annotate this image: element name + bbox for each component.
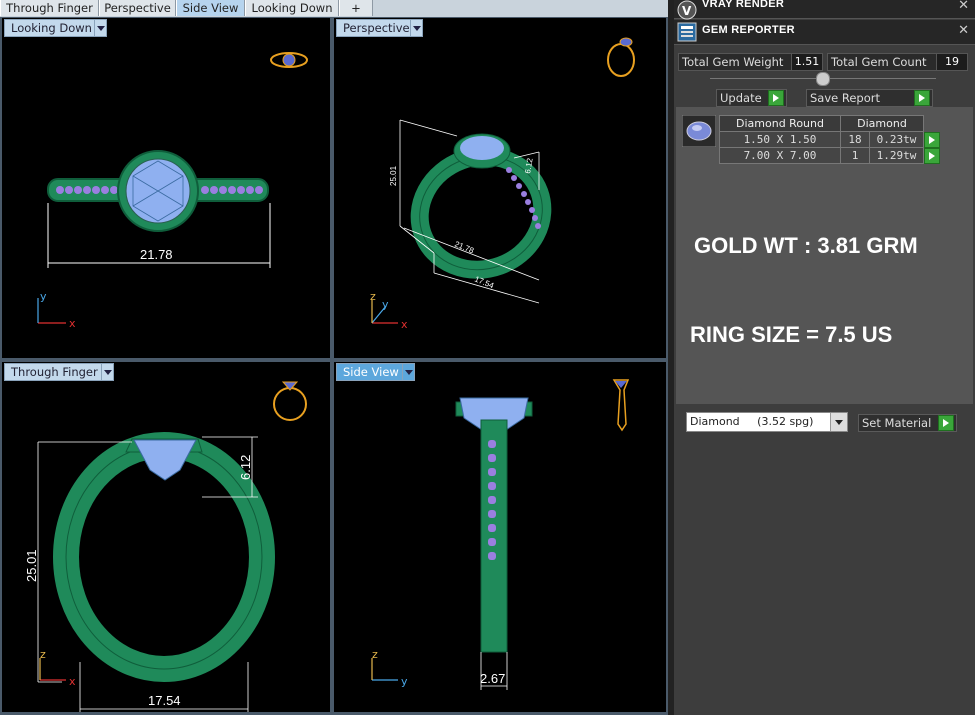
set-material-go-icon[interactable]	[938, 415, 954, 431]
viewport-looking-down[interactable]: Looking Down 21.78 x y	[2, 18, 330, 358]
gem-list-area: Diamond Round Diamond 1.50 X 1.50 18 0.2…	[676, 107, 973, 404]
looking-down-drawing: 21.78 x y	[37, 52, 308, 330]
orientation-gizmo-icon	[607, 37, 635, 77]
splitter-handle-icon[interactable]	[816, 72, 830, 86]
viewport-perspective[interactable]: Perspective 25.01 6.12 21.78 17.54 x y z	[334, 18, 666, 358]
svg-text:y: y	[382, 298, 389, 311]
gem-count-cell: 1	[840, 147, 870, 164]
gem-reporter-header[interactable]: GEM REPORTER ✕	[674, 20, 975, 45]
gem-count-cell: 18	[840, 131, 870, 148]
dimension-label: 6.12	[238, 455, 253, 480]
total-gem-count-label: Total Gem Count	[827, 53, 938, 71]
gem-size-cell: 7.00 X 7.00	[719, 147, 841, 164]
svg-text:y: y	[401, 675, 408, 688]
material-name: Diamond	[690, 415, 740, 428]
orientation-gizmo-icon	[612, 379, 630, 432]
dimension-label: 17.54	[148, 693, 181, 708]
save-go-icon[interactable]	[914, 90, 930, 106]
svg-text:z: z	[372, 648, 378, 661]
table-header-row: Diamond Round Diamond	[719, 115, 924, 132]
dimension-label: 2.67	[480, 671, 505, 686]
table-row[interactable]: 1.50 X 1.50 18 0.23tw	[719, 131, 924, 148]
table-header-type: Diamond	[840, 115, 924, 132]
viewport-through-finger[interactable]: Through Finger 25.01 6.12 17.54 x z	[2, 362, 330, 712]
total-gem-count-value: 19	[936, 53, 968, 71]
material-sg: (3.52 spg)	[757, 415, 814, 428]
add-tab-button[interactable]: +	[339, 0, 373, 16]
gem-reporter-title: GEM REPORTER	[702, 24, 795, 36]
round-diamond-icon[interactable]	[682, 115, 716, 147]
viewport-tab-bar: Through Finger Perspective Side View Loo…	[0, 0, 668, 18]
total-gem-weight-value: 1.51	[791, 53, 823, 71]
close-icon[interactable]: ✕	[958, 23, 969, 38]
vray-render-title: VRAY RENDER	[702, 0, 785, 10]
dimension-label: 21.78	[453, 240, 475, 256]
dimension-label: 21.78	[140, 247, 173, 262]
vray-logo-icon: V	[677, 0, 697, 20]
through-finger-drawing: 25.01 6.12 17.54 x z	[24, 381, 307, 712]
dimension-label: 25.01	[24, 549, 39, 582]
gold-weight-text: GOLD WT : 3.81 GRM	[694, 233, 918, 258]
table-header-shape: Diamond Round	[719, 115, 841, 132]
update-go-icon[interactable]	[768, 90, 784, 106]
gem-size-cell: 1.50 X 1.50	[719, 131, 841, 148]
orientation-gizmo-icon	[270, 52, 308, 68]
svg-text:x: x	[69, 675, 76, 688]
perspective-drawing: 25.01 6.12 21.78 17.54 x y z	[370, 37, 635, 331]
gem-reporter-icon	[677, 22, 697, 42]
axis-gizmo: x y	[37, 290, 76, 330]
svg-text:y: y	[40, 290, 47, 303]
row-select-icon[interactable]	[924, 132, 940, 148]
center-stone-shape	[460, 136, 504, 160]
viewport-area: Looking Down 21.78 x y Perspective 25.01…	[0, 17, 668, 715]
svg-text:x: x	[401, 318, 408, 331]
tab-looking-down[interactable]: Looking Down	[245, 0, 339, 16]
side-view-drawing: 2.67 y z	[371, 379, 630, 690]
vray-render-header[interactable]: V VRAY RENDER ✕	[674, 0, 975, 20]
dimension-label: 25.01	[389, 165, 398, 186]
viewport-side-view[interactable]: Side View 2.67 y z	[334, 362, 666, 712]
svg-text:x: x	[69, 317, 76, 330]
chevron-down-icon[interactable]	[830, 413, 847, 431]
ring-size-text: RING SIZE = 7.5 US	[690, 322, 893, 347]
orientation-gizmo-icon	[273, 381, 307, 421]
svg-text:V: V	[682, 4, 692, 18]
material-select[interactable]: Diamond (3.52 spg)	[686, 412, 848, 432]
svg-text:z: z	[370, 290, 376, 303]
svg-text:z: z	[40, 648, 46, 661]
close-icon[interactable]: ✕	[958, 0, 969, 13]
gem-reporter-panel: V VRAY RENDER ✕ GEM REPORTER ✕ Total Gem…	[674, 0, 975, 715]
axis-gizmo: y z	[371, 648, 408, 688]
side-stones	[488, 440, 496, 560]
gem-weight-cell: 0.23tw	[869, 131, 924, 148]
table-row[interactable]: 7.00 X 7.00 1 1.29tw	[719, 147, 924, 164]
row-select-icon[interactable]	[924, 148, 940, 164]
tab-side-view[interactable]: Side View	[176, 0, 245, 16]
tab-through-finger[interactable]: Through Finger	[0, 0, 99, 16]
total-gem-weight-label: Total Gem Weight	[678, 53, 793, 71]
gem-weight-cell: 1.29tw	[869, 147, 924, 164]
axis-gizmo: x y z	[370, 290, 408, 331]
gem-table: Diamond Round Diamond 1.50 X 1.50 18 0.2…	[719, 115, 924, 164]
tab-perspective[interactable]: Perspective	[99, 0, 176, 16]
